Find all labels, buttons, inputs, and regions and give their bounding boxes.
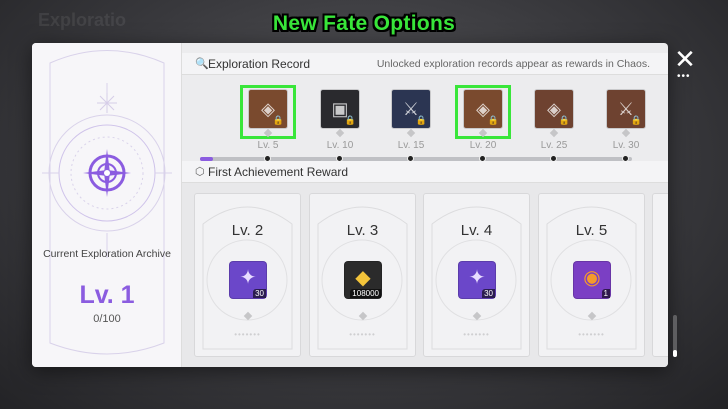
achievement-card[interactable]: Lv. 4 ✦ 30 ••••••• (423, 193, 530, 357)
record-diamond-marker (621, 128, 631, 138)
lock-icon: 🔒 (272, 115, 284, 125)
exploration-record-4[interactable]: ◈ 🔒 (463, 89, 503, 129)
scrollbar-thumb[interactable] (673, 350, 677, 357)
exploration-record-1[interactable]: ◈ 🔒 (248, 89, 288, 129)
archive-progress: 0/100 (93, 313, 121, 325)
reward-item[interactable]: ◉ 1 (573, 261, 611, 299)
achievement-card[interactable]: Lv. 2 ✦ 30 ••••••• (194, 193, 301, 357)
first-achievement-header: ⬡ First Achievement Reward (182, 161, 668, 183)
reward-quantity: 30 (482, 289, 495, 298)
reward-quantity: 30 (253, 289, 266, 298)
card-wave-decoration: ••••••• (463, 330, 490, 339)
record-diamond-marker (549, 128, 559, 138)
exploration-record-3[interactable]: ⚔ 🔒 (391, 89, 431, 129)
orange-orb-relic-icon: ◉ (583, 267, 601, 289)
record-level-label: Lv. 5 (257, 140, 279, 151)
lock-icon: 🔒 (487, 115, 499, 125)
more-dots-icon: ••• (677, 71, 691, 82)
lock-icon: 🔒 (558, 115, 570, 125)
purple-star-crystal-icon: ✦ (239, 267, 257, 289)
search-icon: 🔍 (195, 58, 209, 70)
achievement-card[interactable]: Lv. 5 ◉ 1 ••••••• (538, 193, 645, 357)
record-level-label: Lv. 30 (612, 140, 640, 151)
exploration-record-note: Unlocked exploration records appear as r… (376, 58, 650, 70)
record-diamond-marker (406, 128, 416, 138)
exploration-panel: Current Exploration Archive Lv. 1 0/100 … (32, 43, 668, 367)
archive-column: Current Exploration Archive Lv. 1 0/100 (32, 43, 182, 367)
lock-icon: 🔒 (630, 115, 642, 125)
card-level-label: Lv. 3 (346, 222, 379, 239)
reward-item[interactable]: ◆ 108000 (344, 261, 382, 299)
card-wave-decoration: ••••••• (234, 330, 261, 339)
card-level-label: Lv. 2 (231, 222, 264, 239)
lock-icon: 🔒 (415, 115, 427, 125)
record-level-label: Lv. 10 (326, 140, 354, 151)
close-button[interactable]: ✕ (673, 46, 697, 72)
reward-item[interactable]: ✦ 30 (229, 261, 267, 299)
archive-label: Current Exploration Archive (43, 248, 171, 260)
exploration-record-6[interactable]: ⚔ 🔒 (606, 89, 646, 129)
achievement-card[interactable]: Lv. 3 ◆ 108000 ••••••• (309, 193, 416, 357)
record-diamond-marker (335, 128, 345, 138)
lock-icon: 🔒 (344, 115, 356, 125)
card-wave-decoration: ••••••• (578, 330, 605, 339)
exploration-record-row: ◈ 🔒 Lv. 5 ▣ 🔒 Lv. 10 ⚔ 🔒 Lv. 15 ◈ 🔒 Lv. 20 ◈ 🔒 Lv. 25 ⚔… (182, 75, 668, 165)
gold-credit-icon: ◆ (355, 267, 371, 289)
exploration-record-header: 🔍 Exploration Record Unlocked exploratio… (182, 53, 668, 75)
exploration-record-5[interactable]: ◈ 🔒 (534, 89, 574, 129)
record-level-label: Lv. 15 (397, 140, 425, 151)
archive-level: Lv. 1 (79, 281, 135, 309)
reward-quantity: 108000 (350, 289, 381, 298)
record-level-label: Lv. 25 (540, 140, 568, 151)
achievement-card-partial[interactable] (652, 193, 668, 357)
first-achievement-area: Lv. 2 ✦ 30 ••••••• Lv. 3 ◆ 108000 ••••••• Lv. 4 ✦… (182, 183, 668, 367)
scrollbar[interactable] (673, 315, 677, 357)
overlay-title: New Fate Options (272, 12, 456, 35)
first-achievement-title: First Achievement Reward (208, 165, 349, 179)
record-level-label: Lv. 20 (469, 140, 497, 151)
exploration-record-2[interactable]: ▣ 🔒 (320, 89, 360, 129)
reward-item[interactable]: ✦ 30 (458, 261, 496, 299)
purple-star-crystal-icon: ✦ (468, 267, 486, 289)
card-level-label: Lv. 4 (460, 222, 493, 239)
cube-icon: ⬡ (195, 166, 205, 178)
card-wave-decoration: ••••••• (349, 330, 376, 339)
exploration-record-title: Exploration Record (208, 57, 311, 71)
card-level-label: Lv. 5 (575, 222, 608, 239)
reward-quantity: 1 (601, 289, 610, 298)
